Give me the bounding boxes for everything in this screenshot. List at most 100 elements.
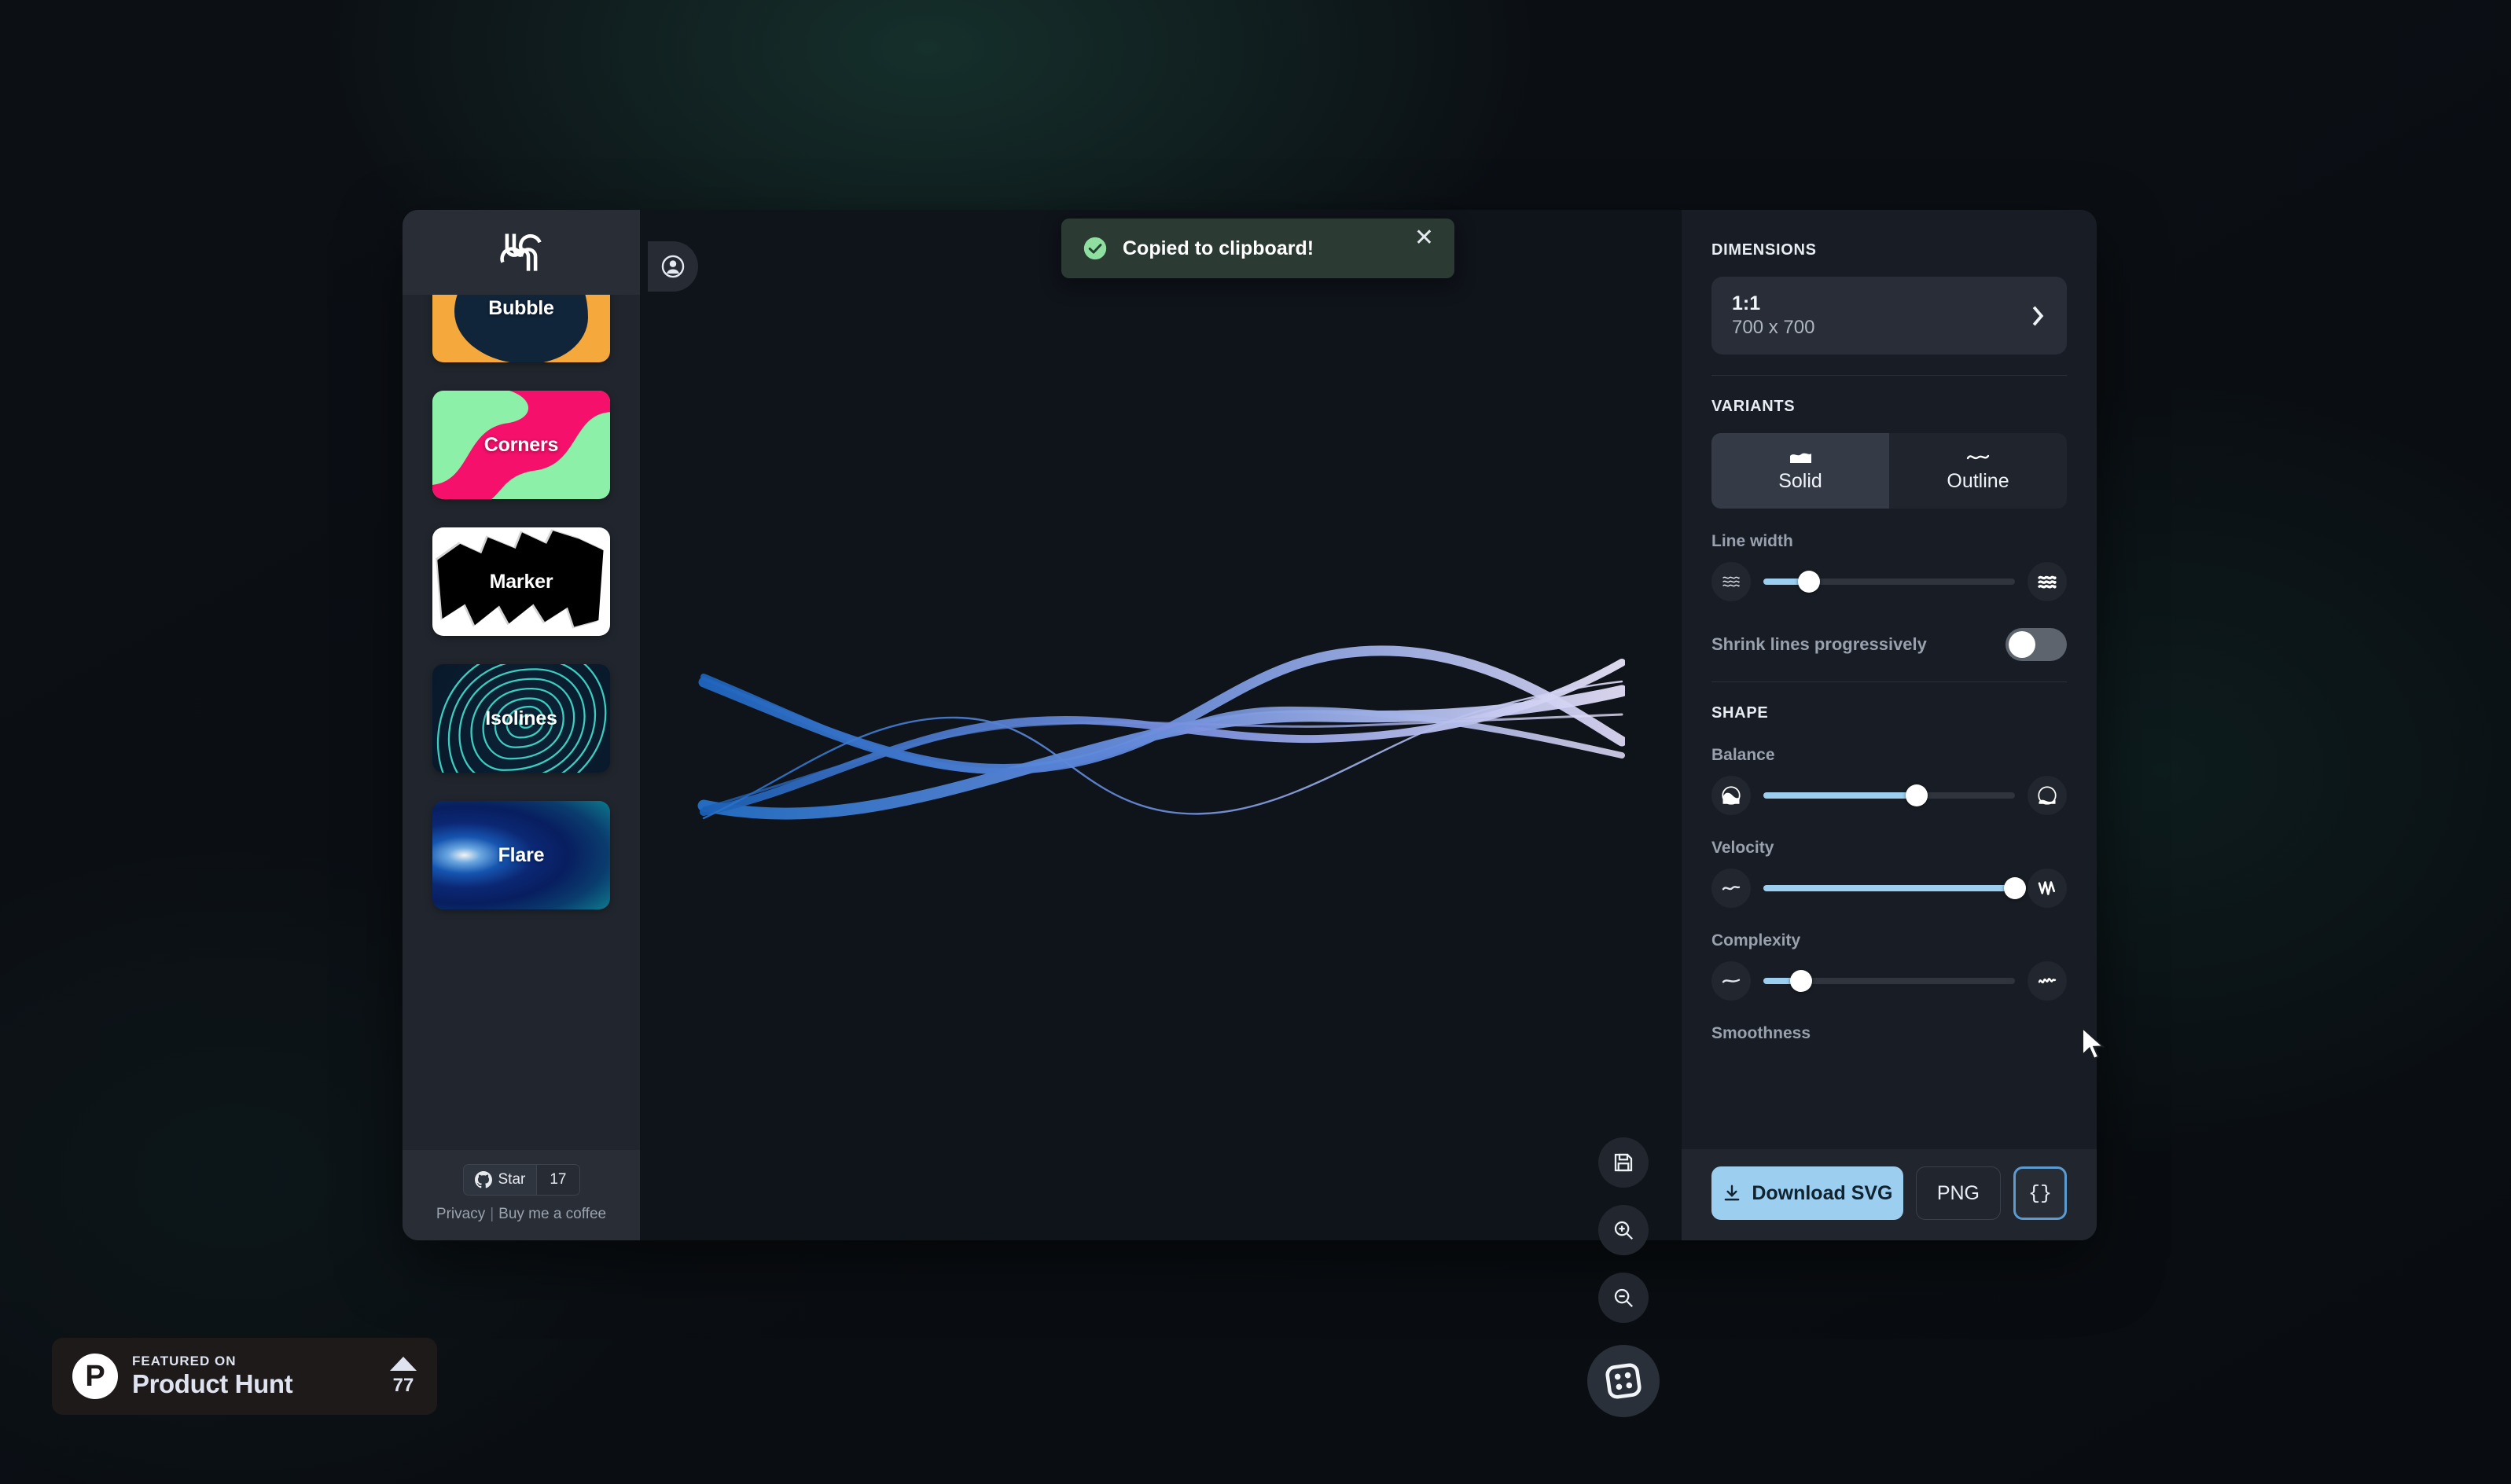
chevron-right-icon — [2032, 306, 2044, 326]
sidebar: Bubble Corners Marker Isolines Flare Sta… — [403, 210, 640, 1240]
buy-me-a-coffee-link[interactable]: Buy me a coffee — [498, 1206, 606, 1222]
settings-scroll[interactable]: DIMENSIONS 1:1 700 x 700 VARIANTS Solid … — [1682, 210, 2097, 1149]
thin-lines-icon[interactable] — [1711, 562, 1751, 602]
dimensions-values: 1:1 700 x 700 — [1732, 292, 1814, 340]
preset-label: Flare — [498, 843, 545, 866]
app-window: Bubble Corners Marker Isolines Flare Sta… — [403, 210, 2097, 1417]
toggle-thumb — [2009, 631, 2035, 659]
github-icon — [474, 1171, 492, 1188]
preset-card-marker[interactable]: Marker — [432, 527, 610, 636]
triangle-up-icon — [390, 1356, 417, 1371]
balance-slider-row — [1711, 776, 2067, 816]
velocity-high-glyph — [2038, 881, 2056, 896]
copy-code-button[interactable]: {} — [2013, 1166, 2067, 1220]
preset-card-bubble[interactable]: Bubble — [432, 295, 610, 362]
velocity-high-icon[interactable] — [2028, 869, 2067, 909]
dimensions-heading: DIMENSIONS — [1711, 241, 1817, 259]
download-icon — [1724, 1185, 1740, 1201]
canvas-area[interactable] — [640, 210, 1682, 1417]
zoom-in-icon — [1614, 1221, 1634, 1240]
variants-heading: VARIANTS — [1711, 398, 1796, 416]
line-width-knob[interactable] — [1797, 571, 1820, 593]
preset-card-isolines[interactable]: Isolines — [432, 664, 610, 773]
toast-message: Copied to clipboard! — [1123, 237, 1314, 259]
product-hunt-count: 77 — [392, 1374, 414, 1396]
product-hunt-logo-icon: P — [72, 1354, 118, 1399]
footer-separator: | — [490, 1206, 494, 1222]
sidebar-footer: Star 17 Privacy | Buy me a coffee — [403, 1150, 640, 1240]
preset-label: Isolines — [485, 707, 557, 729]
complexity-high-icon[interactable] — [2028, 961, 2067, 1001]
dimensions-selector[interactable]: 1:1 700 x 700 — [1711, 277, 2067, 355]
complexity-high-glyph — [2038, 978, 2057, 984]
variant-solid-option[interactable]: Solid — [1711, 433, 1889, 509]
complexity-slider-row — [1711, 961, 2067, 1001]
settings-panel: DIMENSIONS 1:1 700 x 700 VARIANTS Solid … — [1682, 210, 2097, 1240]
preset-card-flare[interactable]: Flare — [432, 801, 610, 909]
velocity-track[interactable] — [1763, 877, 2026, 900]
line-width-slider-row — [1711, 562, 2067, 602]
randomize-button[interactable] — [1587, 1345, 1660, 1417]
app-logo[interactable] — [403, 210, 640, 295]
balance-label: Balance — [1711, 746, 1775, 765]
balance-track[interactable] — [1763, 784, 2015, 807]
preset-list[interactable]: Bubble Corners Marker Isolines Flare — [403, 295, 640, 1150]
velocity-knob[interactable] — [2004, 877, 2026, 900]
shrink-lines-row: Shrink lines progressively — [1711, 628, 2067, 662]
toast-close-button[interactable]: ✕ — [1414, 226, 1434, 250]
velocity-low-glyph — [1722, 886, 1741, 891]
check-circle-icon — [1083, 237, 1107, 260]
zoom-out-icon — [1614, 1288, 1634, 1308]
balance-high-icon[interactable] — [2028, 776, 2067, 816]
zoom-out-button[interactable] — [1598, 1273, 1649, 1323]
variant-solid-label: Solid — [1778, 469, 1822, 492]
preset-label: Corners — [483, 433, 559, 456]
preset-card-corners[interactable]: Corners — [432, 391, 610, 499]
line-width-label: Line width — [1711, 532, 1793, 551]
download-svg-button[interactable]: Download SVG — [1711, 1166, 1903, 1220]
product-hunt-kicker: FEATURED ON — [132, 1354, 237, 1368]
complexity-label: Complexity — [1711, 931, 1801, 950]
balance-low-icon[interactable] — [1711, 776, 1751, 816]
github-star-text: Star — [498, 1171, 526, 1188]
footer-links: Privacy | Buy me a coffee — [403, 1206, 640, 1223]
complexity-knob[interactable] — [1790, 970, 1812, 993]
complexity-low-icon[interactable] — [1711, 961, 1751, 1001]
shrink-lines-toggle[interactable] — [2005, 628, 2067, 662]
velocity-low-icon[interactable] — [1711, 869, 1751, 909]
thick-lines-glyph — [2038, 575, 2057, 589]
product-hunt-text: FEATURED ON Product Hunt — [132, 1354, 376, 1399]
download-png-button[interactable]: PNG — [1915, 1166, 2001, 1220]
github-star-label-group: Star — [464, 1165, 537, 1195]
variant-outline-label: Outline — [1947, 469, 2009, 492]
toast-notification: Copied to clipboard! ✕ — [1061, 219, 1454, 278]
balance-low-glyph — [1722, 786, 1741, 805]
balance-fill — [1763, 792, 1917, 799]
privacy-link[interactable]: Privacy — [436, 1206, 485, 1222]
thin-lines-glyph — [1722, 576, 1740, 587]
outline-wave-icon — [1966, 454, 1990, 459]
variant-outline-option[interactable]: Outline — [1889, 433, 2067, 509]
download-svg-label: Download SVG — [1752, 1181, 1893, 1204]
squiggle-logo-icon — [500, 233, 542, 271]
shape-heading: SHAPE — [1711, 704, 1769, 722]
smoothness-label: Smoothness — [1711, 1024, 1811, 1043]
divider-shape — [1711, 681, 2067, 683]
line-width-track[interactable] — [1763, 571, 2015, 593]
variants-segmented-control: Solid Outline — [1711, 433, 2067, 509]
mouse-cursor — [2082, 1027, 2105, 1060]
canvas-tool-column — [1587, 1137, 1660, 1417]
thick-lines-icon[interactable] — [2028, 562, 2067, 602]
complexity-track[interactable] — [1763, 970, 2015, 993]
dimensions-ratio: 1:1 — [1732, 292, 1761, 314]
balance-knob[interactable] — [1906, 784, 1928, 807]
save-button[interactable] — [1598, 1137, 1649, 1188]
github-star-button[interactable]: Star 17 — [462, 1164, 580, 1196]
artwork-preview — [640, 210, 1682, 1240]
divider — [1711, 375, 2067, 377]
wave-artwork-svg — [697, 645, 1625, 820]
zoom-in-button[interactable] — [1598, 1205, 1649, 1255]
velocity-label: Velocity — [1711, 839, 1774, 858]
product-hunt-badge[interactable]: P FEATURED ON Product Hunt 77 — [52, 1338, 437, 1415]
complexity-low-glyph — [1722, 979, 1741, 983]
